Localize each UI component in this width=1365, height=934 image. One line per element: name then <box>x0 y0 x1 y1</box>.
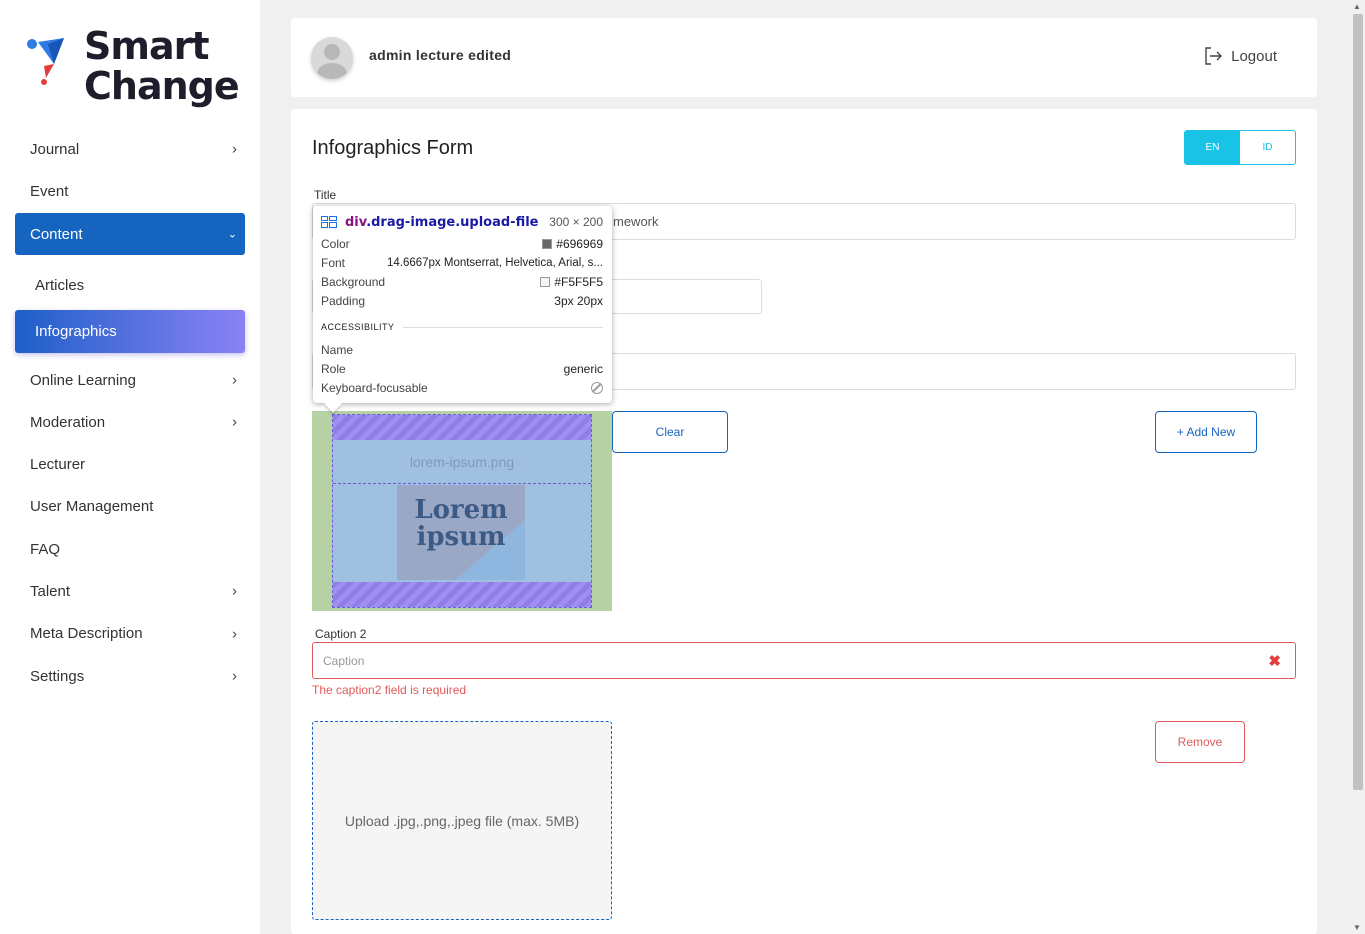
upload-file-dropzone[interactable]: lorem-ipsum.png Lorem ipsum <box>312 411 612 611</box>
sidebar-item-articles[interactable]: Articles <box>15 261 245 310</box>
sidebar-item-label: Articles <box>35 277 85 294</box>
sidebar-item-content[interactable]: Content ⌄ <box>15 213 245 255</box>
sidebar-item-label: Settings <box>30 667 85 685</box>
not-focusable-icon <box>591 382 603 394</box>
sidebar-item-settings[interactable]: Settings › <box>15 655 245 697</box>
error-icon: ✖ <box>1268 652 1281 670</box>
sidebar-item-talent[interactable]: Talent › <box>15 570 245 612</box>
remove-button[interactable]: Remove <box>1155 721 1245 763</box>
lang-id-button[interactable]: ID <box>1240 131 1295 164</box>
background-value: #F5F5F5 <box>554 275 603 289</box>
keyboard-focusable-label: Keyboard-focusable <box>321 381 428 395</box>
padding-value: 3px 20px <box>554 294 603 308</box>
accessibility-heading: ACCESSIBILITY <box>321 322 395 332</box>
logout-button[interactable]: Logout <box>1203 46 1277 66</box>
sidebar-item-faq[interactable]: FAQ <box>15 528 245 570</box>
image-preview: Lorem ipsum <box>397 485 525 580</box>
title-label: Title <box>314 188 337 202</box>
role-label: Role <box>321 362 346 376</box>
background-label: Background <box>321 275 386 289</box>
sidebar-item-moderation[interactable]: Moderation › <box>15 401 245 443</box>
upload-file-content: lorem-ipsum.png Lorem ipsum <box>332 414 592 608</box>
sidebar-nav: Journal › Event Content ⌄ Articles Infog… <box>15 128 245 697</box>
sidebar-item-online-learning[interactable]: Online Learning › <box>15 359 245 401</box>
scrollbar-thumb[interactable] <box>1353 14 1363 790</box>
sidebar-item-label: User Management <box>30 498 154 515</box>
background-swatch <box>540 277 551 287</box>
sidebar-item-label: Talent <box>30 582 71 600</box>
chevron-right-icon: › <box>232 413 237 431</box>
sidebar-item-label: Content <box>30 225 83 243</box>
padding-highlight-top <box>333 415 591 440</box>
padding-label: Padding <box>321 294 366 308</box>
chevron-right-icon: › <box>232 371 237 389</box>
title-input-value: mework <box>613 214 659 229</box>
page-title: Infographics Form <box>312 137 474 159</box>
add-new-button[interactable]: + Add New <box>1155 411 1257 453</box>
chevron-down-icon: ⌄ <box>227 228 237 241</box>
sidebar-item-lecturer[interactable]: Lecturer <box>15 443 245 485</box>
sidebar-item-label: Online Learning <box>30 371 136 389</box>
sidebar-item-user-management[interactable]: User Management <box>15 485 245 528</box>
logo-mark-icon <box>27 38 64 85</box>
element-dimensions: 300 × 200 <box>549 215 603 229</box>
selector-class: .drag-image.upload-file <box>366 214 539 230</box>
caption-2-placeholder: Caption <box>323 653 365 668</box>
smart-change-logo[interactable]: Smart Change <box>24 24 240 106</box>
devtools-inspect-tooltip: div.drag-image.upload-file 300 × 200 Col… <box>313 206 612 403</box>
accessibility-section: ACCESSIBILITY <box>321 322 603 332</box>
sidebar-item-label: Moderation <box>30 413 106 431</box>
uploaded-file-name: lorem-ipsum.png <box>333 440 591 484</box>
color-label: Color <box>321 237 350 251</box>
user-name: admin lecture edited <box>369 47 512 63</box>
avatar[interactable] <box>311 37 353 79</box>
clear-button[interactable]: Clear <box>612 411 728 453</box>
element-selector: div.drag-image.upload-file <box>345 215 538 230</box>
caption-2-label: Caption 2 <box>315 627 367 641</box>
upload-hint: Upload .jpg,.png,.jpeg file (max. 5MB) <box>344 812 580 829</box>
top-header: admin lecture edited Logout <box>291 18 1317 97</box>
logout-label: Logout <box>1231 47 1277 65</box>
chevron-right-icon: › <box>232 667 237 685</box>
font-label: Font <box>321 256 346 270</box>
sidebar-item-label: FAQ <box>30 540 61 558</box>
preview-text: Lorem ipsum <box>414 495 508 552</box>
sidebar-item-label: Lecturer <box>30 455 86 473</box>
language-toggle: EN ID <box>1184 130 1296 165</box>
grid-layout-icon <box>321 216 337 228</box>
font-value: 14.6667px Montserrat, Helvetica, Arial, … <box>386 257 603 269</box>
sidebar-item-infographics[interactable]: Infographics <box>15 310 245 353</box>
sidebar-item-label: Meta Description <box>30 625 143 642</box>
sidebar-item-journal[interactable]: Journal › <box>15 128 245 170</box>
caption-2-input[interactable]: Caption ✖ <box>312 642 1296 679</box>
chevron-right-icon: › <box>232 625 237 642</box>
padding-highlight-bottom <box>333 582 591 607</box>
sidebar-item-label: Event <box>30 183 69 200</box>
sidebar-item-meta-description[interactable]: Meta Description › <box>15 612 245 655</box>
role-value: generic <box>563 362 603 376</box>
chevron-right-icon: › <box>232 140 237 158</box>
sidebar-item-label: Journal <box>30 140 80 158</box>
name-label: Name <box>321 343 354 357</box>
sidebar-item-label: Infographics <box>35 323 117 340</box>
lang-en-button[interactable]: EN <box>1185 131 1240 164</box>
chevron-right-icon: › <box>232 582 237 600</box>
upload-file-dropzone-2[interactable]: Upload .jpg,.png,.jpeg file (max. 5MB) <box>312 721 612 920</box>
logo-text: Smart Change <box>84 24 240 108</box>
logout-icon <box>1205 47 1223 65</box>
selector-tag: div <box>345 214 367 230</box>
sidebar-item-event[interactable]: Event <box>15 170 245 213</box>
scroll-up-icon[interactable]: ▲ <box>1353 2 1361 11</box>
color-value: #696969 <box>556 237 603 251</box>
color-swatch <box>542 239 553 249</box>
scroll-down-icon[interactable]: ▼ <box>1353 923 1361 932</box>
page-scrollbar[interactable]: ▲ ▼ <box>1350 0 1365 934</box>
sidebar: Smart Change Journal › Event Content ⌄ A… <box>0 0 260 934</box>
caption-2-error: The caption2 field is required <box>312 683 467 697</box>
